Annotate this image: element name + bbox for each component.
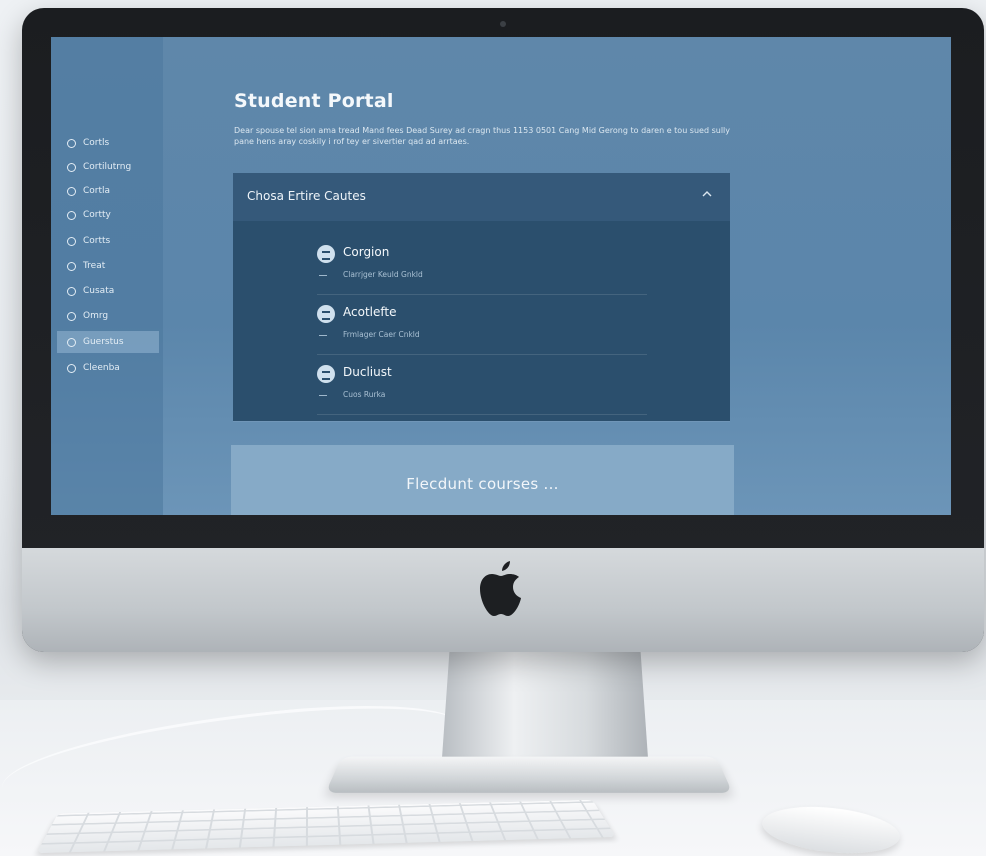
course-item-3[interactable]: Ducliust Cuos Rurka [317,357,647,415]
course-subtitle: Clarrjger Keuld Gnkld [343,270,423,279]
sidebar-item-3[interactable]: Cortla [57,180,159,202]
recent-courses-label: Flecdunt courses ... [406,475,559,493]
sidebar-item-label: Cortls [83,138,110,148]
circle-icon [67,363,76,373]
course-name: Acotlefte [343,305,397,319]
divider [319,395,327,396]
screen: Cortls Cortilutrng Cortla Cortty Cortts … [51,37,951,515]
sidebar-item-label: Guerstus [83,337,124,347]
course-icon [317,365,335,383]
course-icon [317,245,335,263]
monitor-stand [442,640,648,758]
sidebar-item-label: Omrg [83,311,109,321]
chevron-up-icon[interactable] [702,189,712,199]
circle-icon [67,162,76,172]
course-name: Ducliust [343,365,392,379]
sidebar-item-6[interactable]: Treat [57,255,159,277]
sidebar-item-label: Cusata [83,286,115,296]
sidebar-item-5[interactable]: Cortts [57,230,159,252]
recent-courses-card[interactable]: Flecdunt courses ... [231,445,734,515]
circle-icon [67,286,76,296]
grid-icon [67,138,76,148]
sidebar-item-label: Cortts [83,236,111,246]
divider [319,275,327,276]
webcam [500,21,506,27]
course-item-2[interactable]: Acotlefte Frmlager Caer Cnkld [317,297,647,355]
page-description: Dear spouse tel sion ama tread Mand fees… [234,126,731,146]
page-title: Student Portal [234,90,394,112]
apple-logo-icon [480,561,521,616]
course-item-1[interactable]: Corgion Clarrjger Keuld Gnkld [317,237,647,295]
sidebar-item-label: Cortla [83,186,111,196]
sidebar-item-1[interactable]: Cortls [57,132,159,154]
sidebar-item-label: Cortty [83,210,111,220]
course-subtitle: Cuos Rurka [343,390,386,399]
course-name: Corgion [343,245,390,259]
divider [319,335,327,336]
circle-icon [67,337,76,347]
circle-icon [67,236,76,246]
sidebar-item-label: Cortilutrng [83,162,132,172]
monitor-stand-base [325,756,733,793]
link-icon [67,186,76,196]
circle-icon [67,261,76,271]
course-panel: Chosa Ertire Cautes Corgion Clarrjger Ke… [233,173,730,421]
sidebar-item-label: Treat [83,261,106,271]
course-panel-header[interactable]: Chosa Ertire Cautes [233,173,730,221]
course-panel-title: Chosa Ertire Cautes [247,189,366,203]
sidebar-item-7[interactable]: Cusata [57,280,159,302]
sidebar-item-label: Cleenba [83,363,120,373]
sidebar-item-2[interactable]: Cortilutrng [57,156,159,178]
sidebar-item-10[interactable]: Cleenba [57,357,159,379]
course-icon [317,305,335,323]
chart-icon [67,210,76,220]
circle-icon [67,311,76,321]
sidebar-item-8[interactable]: Omrg [57,305,159,327]
sidebar: Cortls Cortilutrng Cortla Cortty Cortts … [51,37,163,515]
sidebar-item-9[interactable]: Guerstus [57,331,159,353]
sidebar-item-4[interactable]: Cortty [57,204,159,226]
course-subtitle: Frmlager Caer Cnkld [343,330,420,339]
